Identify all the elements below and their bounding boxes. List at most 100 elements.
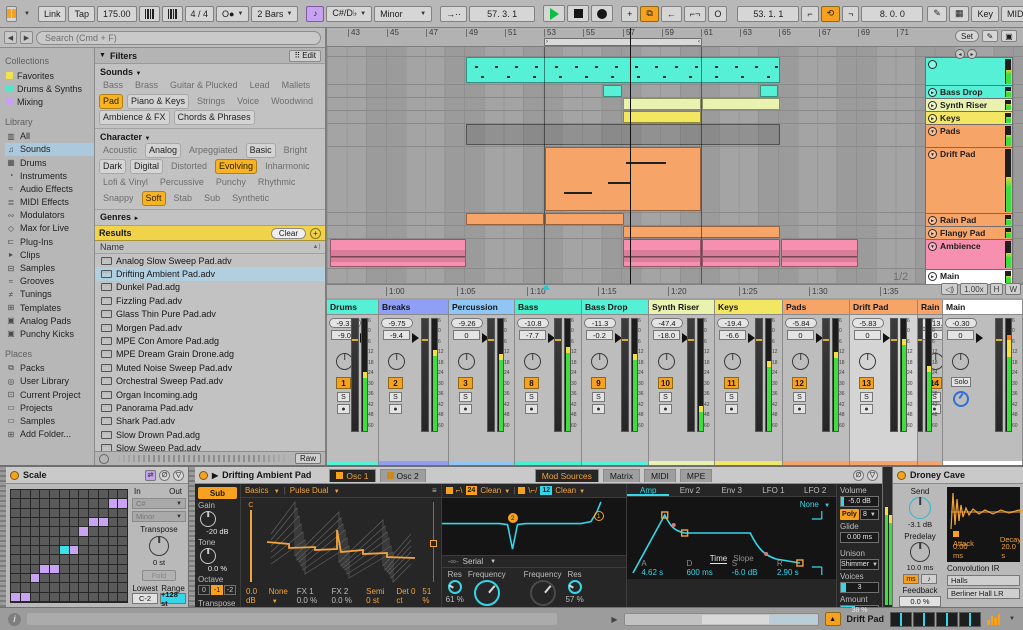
collection-item[interactable]: Drums & Synths — [5, 82, 94, 95]
character-tag[interactable]: Arpeggiated — [186, 144, 241, 157]
drift-titlebar[interactable]: ▶ Drifting Ambient Pad Osc 1 Osc 2 Mod S… — [195, 467, 882, 484]
arm-button[interactable]: ● — [525, 404, 538, 414]
track-header[interactable] — [925, 57, 1013, 85]
arrangement-clip[interactable] — [466, 213, 544, 225]
loop-button[interactable]: ⟲ — [820, 5, 841, 22]
scale-grid[interactable] — [10, 489, 128, 603]
sustain-field[interactable]: S -6.0 dB — [732, 559, 777, 577]
mixer-track-name[interactable]: Percussion — [449, 300, 514, 315]
tone-value[interactable]: 0.0 % — [198, 564, 237, 573]
envelope-display[interactable]: None ▼ Time Slope A 4.62 s D 600 ms S -6… — [627, 497, 837, 579]
arrangement-clip[interactable] — [623, 98, 701, 110]
character-tag[interactable]: Lofi & Vinyl — [100, 176, 151, 189]
track-header[interactable]: ▸ Rain Pad — [925, 213, 1013, 226]
peak-level-display[interactable]: -9.26 — [451, 318, 483, 328]
collection-item[interactable]: Favorites — [5, 69, 94, 82]
result-item[interactable]: Slow Drown Pad.adg — [95, 428, 325, 441]
track-activator-button[interactable]: 10 — [658, 377, 673, 389]
character-tag[interactable]: Rhythmic — [255, 176, 299, 189]
track-unfold-icon[interactable]: ▸ — [928, 228, 937, 238]
character-tag[interactable]: Percussive — [157, 176, 207, 189]
device-on-toggle[interactable] — [897, 470, 906, 480]
track-header[interactable]: ▸ Keys — [925, 111, 1013, 124]
result-item[interactable]: Morgen Pad.adv — [95, 321, 325, 334]
filter1-res-control[interactable]: Res 61 % — [446, 570, 464, 604]
result-item[interactable]: Shark Pad.adv — [95, 415, 325, 428]
play-button[interactable] — [543, 5, 566, 22]
scale-note-cell[interactable] — [118, 499, 127, 508]
library-item[interactable]: ◇ Max for Live — [5, 222, 94, 235]
pan-knob[interactable] — [524, 353, 541, 370]
result-item[interactable]: Orchestral Sweep Pad.adv — [95, 375, 325, 388]
arrangement-clip[interactable] — [545, 213, 624, 225]
beat-time-ruler[interactable]: 43 45 47 49 51 53 55 57 59 61 63 65 67 6… — [327, 28, 1023, 47]
audition-icon[interactable]: ◁) — [941, 283, 959, 295]
track-header[interactable]: ▸ Synth Riser — [925, 98, 1013, 111]
detune-field[interactable]: Det 0 ct — [396, 587, 416, 605]
wavetable-position-value[interactable]: 51 % — [422, 587, 435, 605]
solo-button[interactable]: S — [793, 392, 806, 402]
tab-osc2[interactable]: Osc 2 — [379, 468, 426, 482]
track-unfold-icon[interactable]: ▸ — [928, 271, 937, 281]
character-tag[interactable]: Dark — [100, 160, 126, 173]
arrangement-clip[interactable] — [330, 239, 466, 267]
scale-root-dropdown[interactable]: C# ▼ — [132, 498, 186, 509]
solo-button[interactable]: S — [389, 392, 402, 402]
volume-field[interactable]: 0 — [453, 330, 480, 340]
fold-button[interactable]: Fold — [142, 570, 176, 581]
device-on-toggle[interactable] — [10, 470, 19, 480]
mixer-strip[interactable]: Percussion -9.26 0 3 S ● 6 0 6 12 18 24 … — [449, 300, 515, 465]
sound-tag[interactable]: Voice — [234, 95, 262, 108]
library-item[interactable]: ▥ All — [5, 130, 94, 143]
track-activator-button[interactable]: 3 — [458, 377, 473, 389]
volume-field[interactable]: -9.4 — [383, 330, 410, 340]
fader-slot[interactable] — [621, 318, 629, 432]
filter-routing-row[interactable]: -∞- Serial ▼ — [441, 556, 627, 568]
loop-brace[interactable]: › ‹ — [544, 38, 702, 46]
add-filter-button[interactable]: + — [310, 227, 321, 239]
character-filter-title[interactable]: Character ▼ — [100, 132, 320, 142]
result-item[interactable]: Glass Thin Pure Pad.adv — [95, 308, 325, 321]
solo-button[interactable]: S — [337, 392, 350, 402]
computer-midi-keyboard-button[interactable]: ▦ — [948, 5, 970, 22]
fader-slot[interactable] — [421, 318, 429, 432]
sound-tag[interactable]: Brass — [132, 79, 161, 92]
track-unfold-icon[interactable]: ▾ — [928, 126, 937, 136]
result-item[interactable]: Dunkel Pad.adg — [95, 281, 325, 294]
crossfade-knob[interactable] — [953, 391, 969, 407]
scroll-left-icon[interactable]: ▶ — [611, 615, 617, 624]
sub-gain-value[interactable]: -20 dB — [198, 527, 237, 536]
info-icon[interactable]: i — [8, 612, 21, 626]
mixer-track-name[interactable]: Drift Pad — [850, 300, 917, 315]
scale-device-titlebar[interactable]: Scale ⇄ ∅ ▽ — [6, 467, 188, 484]
filter-display[interactable]: 2 1 — [441, 498, 627, 556]
result-item[interactable]: Drifting Ambient Pad.adv — [95, 267, 325, 281]
character-tag[interactable]: Basic — [246, 144, 275, 157]
library-item[interactable]: ⊏ Plug-Ins — [5, 235, 94, 248]
fader-handle[interactable] — [748, 333, 755, 343]
places-item[interactable]: ⊡ Current Project — [5, 388, 94, 401]
device-scrollbar[interactable] — [623, 612, 819, 626]
follow-button[interactable] — [6, 5, 17, 22]
arm-button[interactable]: ● — [389, 404, 402, 414]
track-activator-button[interactable]: 13 — [859, 377, 874, 389]
arrangement-clip[interactable] — [466, 57, 780, 83]
fader-slot[interactable] — [351, 318, 359, 432]
library-item[interactable]: ∾ Modulators — [5, 209, 94, 222]
peak-level-display[interactable]: -5.84 — [785, 318, 817, 328]
solo-button[interactable]: S — [725, 392, 738, 402]
sound-tag[interactable]: Ambience & FX — [100, 111, 169, 124]
main-peak-display[interactable]: -0.30 — [945, 318, 977, 328]
track-activator-button[interactable]: 1 — [336, 377, 351, 389]
output-meter-icon[interactable] — [987, 613, 1001, 625]
search-input[interactable]: Search (Cmd + F) — [36, 30, 321, 45]
scale-root-menu[interactable]: C#/D♭ ▼ — [326, 5, 373, 22]
width-zoom-button[interactable]: W — [1005, 283, 1021, 295]
attack-field[interactable]: A 4.62 s — [641, 559, 686, 577]
result-item[interactable]: Fizzling Pad.adv — [95, 294, 325, 307]
scale-note-cell[interactable] — [108, 499, 118, 508]
volume-field[interactable]: -7.7 — [519, 330, 546, 340]
character-tag[interactable]: Analog — [146, 144, 181, 157]
track-activator-button[interactable]: 2 — [388, 377, 403, 389]
filter1-marker[interactable]: 1 — [593, 511, 604, 521]
